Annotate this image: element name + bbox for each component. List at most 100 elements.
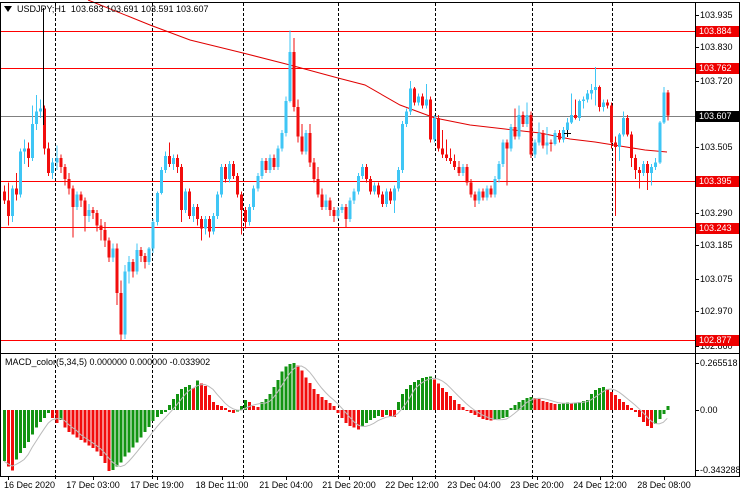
candle-bull [191, 206, 195, 217]
candle-bear [131, 262, 135, 272]
macd-bar [537, 398, 541, 410]
macd-bar [485, 410, 489, 421]
candle-bear [103, 229, 107, 241]
macd-bar [545, 401, 549, 410]
candle-bull [75, 194, 79, 207]
macd-bar [561, 402, 565, 410]
candle-bull [260, 160, 264, 177]
candle-bear [513, 127, 517, 137]
candle-bear [320, 194, 324, 207]
candle-bull [336, 209, 340, 217]
current-price-badge: 103.607 [696, 110, 739, 122]
macd-bar [634, 410, 638, 412]
candle-bear [614, 142, 618, 148]
candle-bear [481, 191, 485, 198]
macd-bar [63, 410, 67, 428]
candle-bull [171, 157, 175, 164]
macd-bar [216, 405, 220, 410]
candle-bull [55, 157, 59, 163]
macd-bar [15, 410, 19, 460]
time-axis-label: 21 Dec 20:00 [322, 480, 376, 490]
macd-bar [71, 410, 75, 435]
candle-bull [147, 248, 151, 263]
macd-indicator-label: MACD_color(5,34,5) 0.000000 0.000000 -0.… [5, 357, 211, 367]
candle-bull [360, 166, 364, 177]
price-axis-label: 103.185 [700, 240, 733, 250]
macd-bar [465, 410, 469, 412]
macd-bar [425, 377, 429, 410]
macd-bar [336, 410, 340, 414]
candle-bull [517, 114, 521, 137]
time-axis-label: 17 Dec 19:00 [130, 480, 184, 490]
candle-bear [573, 114, 577, 118]
candle-bear [7, 200, 11, 217]
chart-title-bar: USDJPY;H1 103.683 103.691 103.591 103.60… [4, 3, 209, 15]
candle-bear [368, 179, 372, 192]
candle-bear [437, 117, 441, 149]
macd-bar [212, 401, 216, 410]
time-axis-label: 18 Dec 11:00 [195, 480, 249, 490]
macd-bar [360, 410, 364, 427]
macd-bar [19, 410, 23, 454]
macd-bar [429, 376, 433, 410]
candle-bull [39, 108, 43, 112]
macd-bar [405, 388, 408, 410]
macd-bar [75, 410, 79, 438]
macd-bar [288, 364, 292, 410]
candle-bull [384, 191, 388, 204]
macd-bar [557, 403, 561, 410]
macd-bar [332, 405, 336, 410]
macd-bar [457, 403, 461, 410]
macd-bar [31, 410, 35, 435]
price-level-badge: 102.877 [696, 334, 739, 346]
candle-bull [356, 176, 360, 192]
candle-bear [208, 219, 212, 232]
price-level-badge: 103.884 [696, 25, 739, 37]
macd-bar [597, 387, 601, 410]
candle-bear [139, 249, 143, 256]
candle-bull [545, 142, 549, 146]
trendline[interactable] [87, 0, 668, 153]
macd-bar [284, 366, 288, 410]
candle-bull [650, 166, 654, 174]
candle-bear [179, 166, 183, 210]
candle-bull [425, 99, 429, 106]
candle-bull [183, 191, 187, 210]
macd-bar [304, 377, 308, 410]
candle-bear [47, 148, 51, 174]
candle-bull [324, 200, 328, 207]
candle-bear [646, 163, 650, 174]
candle-bull [228, 163, 232, 180]
macd-bar [529, 396, 533, 410]
candle-bear [119, 292, 123, 335]
candle-bull [155, 193, 159, 223]
candle-bull [493, 179, 497, 195]
candle-bull [396, 170, 400, 189]
candle-bear [91, 209, 95, 214]
chart-title: USDJPY;H1 103.683 103.691 103.591 103.60… [17, 4, 209, 14]
macd-bar [324, 399, 328, 410]
price-axis-label: 102.970 [700, 306, 733, 316]
macd-bar [513, 404, 517, 410]
macd-bar [505, 410, 509, 418]
time-axis-label: 23 Dec 20:00 [510, 480, 564, 490]
candle-bull [553, 133, 557, 144]
macd-bar [384, 410, 388, 416]
macd-bar [372, 410, 376, 419]
macd-bar [224, 408, 228, 410]
macd-bar [163, 410, 167, 412]
macd-bar [380, 410, 384, 418]
candle-bear [666, 92, 670, 116]
macd-bar [276, 379, 280, 410]
macd-bar [654, 410, 658, 425]
candle-bear [316, 179, 320, 195]
candle-bear [413, 88, 417, 103]
candle-bear [626, 117, 630, 135]
macd-bar [187, 384, 191, 410]
macd-bar [493, 410, 497, 421]
symbol-dropdown-icon[interactable] [4, 6, 12, 12]
candle-bear [195, 206, 199, 220]
macd-bar [320, 396, 324, 410]
macd-bar [191, 387, 195, 410]
macd-bar [376, 410, 380, 417]
